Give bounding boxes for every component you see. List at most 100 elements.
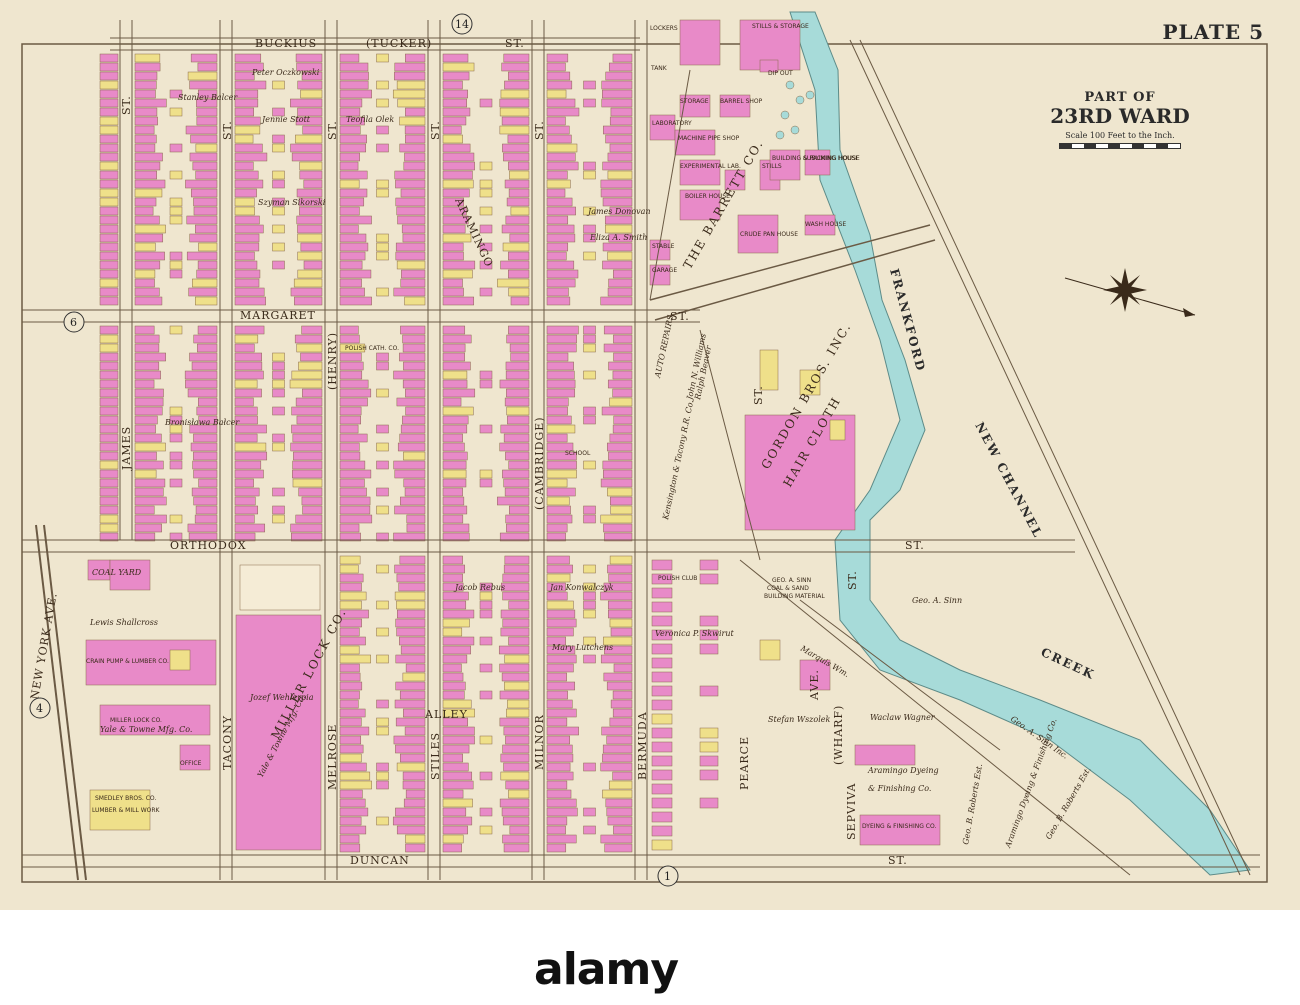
house-lot [605,134,633,144]
house-lot [499,107,530,117]
street-henry: (HENRY) [326,332,339,390]
rear-building [272,179,285,189]
house-lot [339,816,362,826]
rear-building [376,98,389,108]
house-lot [406,523,426,533]
house-lot [503,53,530,63]
house-lot [403,478,426,488]
house-lot [339,843,361,853]
house-lot [505,780,530,790]
house-lot [402,415,426,425]
house-lot [500,89,530,99]
rear-building [169,170,183,180]
house-lot [546,388,576,398]
house-lot [392,89,426,99]
house-lot [546,807,578,817]
house-lot [339,753,362,763]
house-lot [403,361,426,371]
house-lot [546,80,573,90]
house-lot [608,451,633,461]
house-lot [442,478,467,488]
rear-building [479,825,493,835]
label-jennie: Jennie Stott [260,115,311,124]
house-lot [442,798,473,808]
house-lot [402,780,426,790]
house-lot [399,352,426,362]
rear-building [272,388,285,398]
house-lot [546,717,568,727]
house-lot [293,451,323,461]
house-lot [134,143,156,153]
house-lot [234,161,254,171]
house-lot [99,496,119,506]
house-lot [134,197,157,207]
house-lot [499,690,530,700]
house-lot [339,762,367,772]
rear-building [272,134,285,144]
house-lot [197,260,218,270]
house-lot [651,685,673,697]
rear-building [376,600,389,610]
house-lot [442,424,468,434]
house-lot [502,744,530,754]
house-lot [507,134,530,144]
house-lot [234,370,264,380]
section-6: 6 [70,316,77,329]
house-lot [602,161,633,171]
rear-building [376,242,389,252]
house-lot [699,727,719,739]
house-lot [546,278,576,288]
house-lot [546,816,568,826]
house-lot [234,460,262,470]
house-lot [193,433,218,443]
house-lot [600,179,633,189]
house-lot [546,735,570,745]
house-lot [601,726,633,736]
house-lot [339,487,367,497]
rear-building [479,591,493,601]
rear-building [479,206,493,216]
rear-building [272,352,285,362]
house-lot [339,699,359,709]
house-lot [234,188,257,198]
house-lot [403,161,426,171]
rear-building [376,699,389,709]
rear-building [583,825,596,835]
house-lot [546,224,575,234]
house-lot [195,170,218,180]
house-lot [608,573,633,583]
house-lot [505,735,530,745]
house-lot [99,260,119,270]
house-lot [510,296,530,306]
house-lot [234,442,267,452]
house-lot [397,442,426,452]
house-lot [234,134,254,144]
street-pearce: PEARCE [738,736,751,790]
house-lot [399,433,426,443]
rear-building [272,80,285,90]
house-lot [234,343,255,353]
house-lot [400,424,426,434]
rear-building [479,663,493,673]
house-lot [339,442,360,452]
house-lot [234,397,254,407]
label-coal-yard: COAL YARD [92,568,142,577]
house-lot [405,53,426,63]
house-lot [503,433,530,443]
label-sinn-coal: GEO. A. SINN [772,577,811,584]
house-lot [234,152,268,162]
house-lot [290,442,323,452]
street-pearce-st-upper: ST. [752,385,765,405]
label-auto-repairs: AUTO REPAIRS [653,314,675,380]
house-lot [609,397,633,407]
house-lot [546,744,573,754]
house-lot [602,89,633,99]
street-duncan: DUNCAN [350,854,410,867]
house-lot [99,361,119,371]
plate-title: PLATE 5 [1162,20,1264,44]
house-lot [190,53,218,63]
house-lot [546,415,572,425]
label-geo-sinn: Geo. A. Sinn [912,596,962,605]
house-lot [607,442,633,452]
house-lot [402,343,426,353]
